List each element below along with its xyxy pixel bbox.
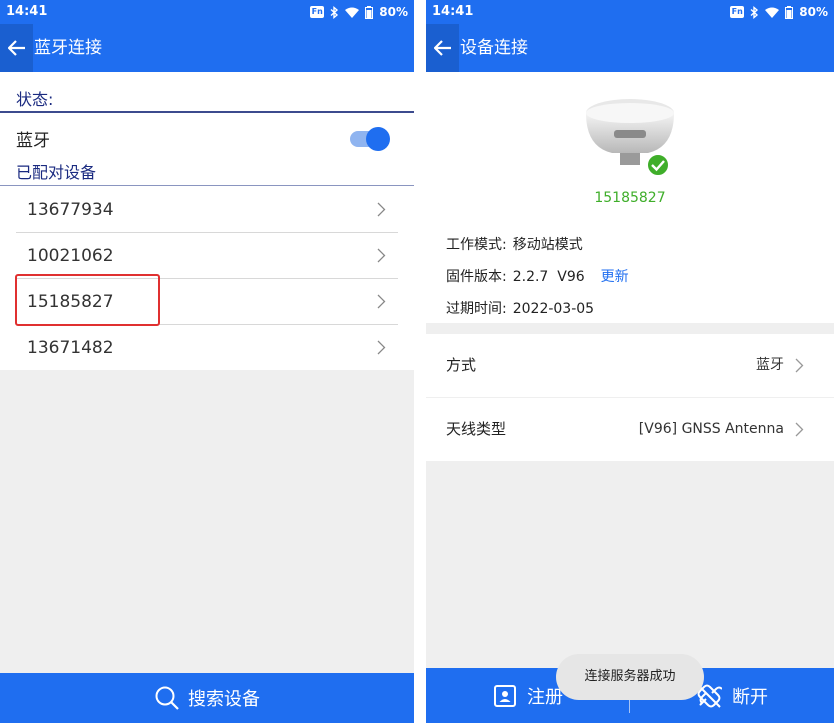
app-bar: 蓝牙连接 xyxy=(0,24,414,72)
bluetooth-label: 蓝牙 xyxy=(16,131,50,151)
toggle-knob xyxy=(366,127,390,151)
work-mode-row: 工作模式: 移动站模式 xyxy=(446,234,589,254)
device-name: 13677934 xyxy=(27,200,114,220)
device-row[interactable]: 13671482 xyxy=(16,325,398,371)
device-name: 10021062 xyxy=(27,246,114,266)
firmware-row: 固件版本: 2.2.7 V96 更新 xyxy=(446,266,635,286)
expiry-value: 2022-03-05 xyxy=(512,301,595,317)
method-value: 蓝牙 xyxy=(756,357,784,373)
bluetooth-icon xyxy=(330,5,339,19)
fn-icon: Fn xyxy=(310,6,325,18)
antenna-type-row[interactable]: 天线类型 [V96] GNSS Antenna xyxy=(426,398,834,461)
state-header: 状态: xyxy=(16,90,54,109)
disconnect-label: 断开 xyxy=(732,686,768,708)
paired-devices-header: 已配对设备 xyxy=(16,163,97,182)
wifi-icon xyxy=(345,7,360,18)
back-button[interactable] xyxy=(0,24,33,72)
antenna-value: [V96] GNSS Antenna xyxy=(638,421,784,437)
wifi-icon xyxy=(765,7,780,18)
search-icon xyxy=(155,686,179,710)
method-label: 方式 xyxy=(446,356,477,374)
disconnect-button[interactable]: 断开 xyxy=(696,668,768,723)
status-bar: 14:41 Fn 80% xyxy=(0,0,414,24)
device-row[interactable]: 10021062 xyxy=(16,233,398,279)
battery-icon xyxy=(785,5,794,19)
battery-level: 80% xyxy=(799,5,828,19)
page-title: 蓝牙连接 xyxy=(34,38,102,58)
bluetooth-icon xyxy=(750,5,759,19)
back-button[interactable] xyxy=(426,24,459,72)
chevron-right-icon xyxy=(377,340,386,355)
divider xyxy=(0,111,414,113)
device-name: 13671482 xyxy=(27,338,114,358)
status-bar: 14:41 Fn 80% xyxy=(426,0,834,24)
connection-method-row[interactable]: 方式 蓝牙 xyxy=(426,334,834,397)
check-badge-icon xyxy=(646,153,670,177)
status-time: 14:41 xyxy=(6,4,48,19)
work-mode-value: 移动站模式 xyxy=(512,237,583,253)
gnss-receiver-image xyxy=(586,99,674,177)
search-devices-label: 搜索设备 xyxy=(188,689,260,710)
back-arrow-icon xyxy=(7,40,25,56)
work-mode-label: 工作模式: xyxy=(446,237,507,253)
selected-device-highlight xyxy=(15,274,160,326)
firmware-value: 2.2.7 V96 xyxy=(512,269,585,285)
search-devices-button[interactable]: 搜索设备 xyxy=(0,673,414,723)
bluetooth-toggle[interactable] xyxy=(350,126,390,152)
bluetooth-connect-screen: 14:41 Fn 80% 蓝牙连接 状态: 蓝牙 已配对设备 13677934 … xyxy=(0,0,414,723)
device-row[interactable]: 13677934 xyxy=(16,187,398,233)
device-serial: 15185827 xyxy=(594,190,666,206)
chevron-right-icon xyxy=(377,294,386,309)
device-connect-screen: 14:41 Fn 80% 设备连接 15185827 工作模式: 移动站模式 固… xyxy=(426,0,834,723)
chevron-right-icon xyxy=(377,248,386,263)
app-bar: 设备连接 xyxy=(426,24,834,72)
battery-icon xyxy=(365,5,374,19)
toast-message: 连接服务器成功 xyxy=(556,654,704,700)
chevron-right-icon xyxy=(377,202,386,217)
register-icon xyxy=(494,684,516,707)
back-arrow-icon xyxy=(433,40,451,56)
antenna-label: 天线类型 xyxy=(446,420,507,438)
chevron-right-icon xyxy=(795,358,804,373)
page-title: 设备连接 xyxy=(460,38,528,58)
firmware-label: 固件版本: xyxy=(446,269,507,285)
status-icons: Fn 80% xyxy=(310,0,408,24)
chevron-right-icon xyxy=(795,422,804,437)
divider xyxy=(0,185,414,186)
status-time: 14:41 xyxy=(432,4,474,19)
expiry-row: 过期时间: 2022-03-05 xyxy=(446,298,600,318)
fn-icon: Fn xyxy=(730,6,745,18)
expiry-label: 过期时间: xyxy=(446,301,507,317)
register-button[interactable]: 注册 xyxy=(493,668,563,723)
update-link[interactable]: 更新 xyxy=(601,269,629,285)
battery-level: 80% xyxy=(379,5,408,19)
status-icons: Fn 80% xyxy=(730,0,828,24)
